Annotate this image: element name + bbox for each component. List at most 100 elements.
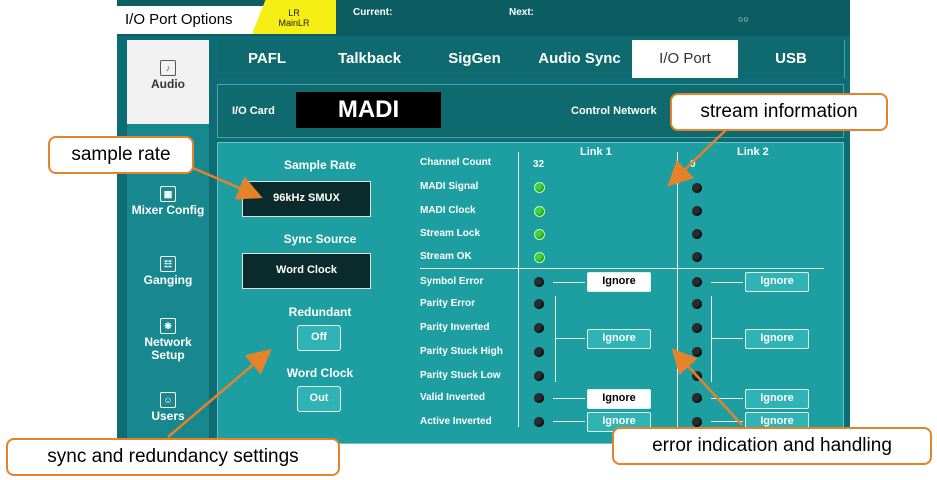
link2-valid-inverted-ignore-button[interactable]: Ignore: [745, 389, 809, 409]
sidebar-item-label: Ganging: [143, 273, 193, 287]
link2-stream-ok-led: [692, 252, 702, 262]
mix-tag-line1: LR: [288, 8, 300, 18]
io-card-label: I/O Card: [232, 105, 275, 117]
connector-line: [553, 421, 585, 422]
sidebar-item-network-setup[interactable]: ❋ Network Setup: [127, 318, 209, 362]
row-label-stream-ok: Stream OK: [420, 251, 472, 262]
connector-bracket: [711, 296, 712, 382]
connector-line: [711, 421, 743, 422]
link2-header: Link 2: [737, 146, 769, 158]
tab-audio-sync[interactable]: Audio Sync: [527, 40, 633, 78]
sidebar-item-ganging[interactable]: ☷ Ganging: [127, 256, 209, 287]
ganging-icon: ☷: [160, 256, 176, 272]
speaker-icon: ♪: [160, 60, 176, 76]
link1-stream-lock-led: [534, 229, 545, 240]
link1-active-inverted-led: [534, 417, 544, 427]
sidebar-item-mixer-config[interactable]: ▦ Mixer Config: [127, 186, 209, 217]
grid-divider: [677, 152, 678, 427]
link1-header: Link 1: [580, 146, 612, 158]
redundant-label: Redundant: [288, 305, 352, 319]
tab-siggen[interactable]: SigGen: [422, 40, 528, 78]
connector-line: [553, 398, 585, 399]
link2-parity-error-led: [692, 299, 702, 309]
row-label-madi-signal: MADI Signal: [420, 181, 479, 192]
row-label-stream-lock: Stream Lock: [420, 228, 481, 239]
connector-line: [711, 398, 743, 399]
row-label-active-inverted: Active Inverted: [420, 416, 492, 427]
row-label-parity-stuck-low: Parity Stuck Low: [420, 370, 501, 381]
tab-pafl[interactable]: PAFL: [217, 40, 318, 78]
link1-parity-stuck-low-led: [534, 371, 544, 381]
redundant-toggle[interactable]: Off: [297, 325, 341, 351]
sidebar-item-label: Audio: [151, 77, 185, 91]
next-scene-label: Next:: [509, 7, 535, 18]
link1-symbol-error-led: [534, 277, 544, 287]
grid-divider: [518, 152, 519, 427]
sync-source-label: Sync Source: [283, 232, 357, 246]
sidebar-item-label: Users: [151, 409, 185, 423]
link1-stream-ok-led: [534, 252, 545, 263]
connector-line: [711, 338, 743, 339]
link1-parity-error-led: [534, 299, 544, 309]
sync-redundancy-callout: sync and redundancy settings: [6, 438, 340, 476]
sidebar-item-label: Mixer Config: [131, 203, 205, 217]
link2-madi-signal-led: [692, 183, 702, 193]
users-icon: ☺: [160, 392, 176, 408]
grid-divider: [420, 268, 824, 269]
row-label-parity-inverted: Parity Inverted: [420, 322, 490, 333]
link2-symbol-error-ignore-button[interactable]: Ignore: [745, 272, 809, 292]
link2-parity-stuck-high-led: [692, 347, 702, 357]
link2-valid-inverted-led: [692, 393, 702, 403]
row-label-valid-inverted: Valid Inverted: [420, 392, 486, 403]
network-setup-icon: ❋: [160, 318, 176, 334]
control-network-label: Control Network: [571, 105, 657, 117]
connector-line: [553, 282, 585, 283]
link2-symbol-error-led: [692, 277, 702, 287]
link1-valid-inverted-ignore-button[interactable]: Ignore: [587, 389, 651, 409]
link2-active-inverted-led: [692, 417, 702, 427]
link2-channel-count: 0: [690, 159, 696, 170]
stream-info-callout: stream information: [670, 93, 888, 131]
link1-parity-inverted-led: [534, 323, 544, 333]
status-indicator-icon: ○○: [738, 14, 749, 24]
connector-line: [555, 338, 585, 339]
link1-valid-inverted-led: [534, 393, 544, 403]
link2-parity-ignore-button[interactable]: Ignore: [745, 329, 809, 349]
row-label-parity-error: Parity Error: [420, 298, 476, 309]
row-label-madi-clock: MADI Clock: [420, 205, 476, 216]
mixer-config-icon: ▦: [160, 186, 176, 202]
tab-bar: PAFL Talkback SigGen Audio Sync I/O Port…: [217, 40, 845, 78]
link1-channel-count: 32: [533, 159, 545, 170]
error-handling-callout: error indication and handling: [612, 427, 932, 465]
mix-tag[interactable]: LR MainLR: [252, 0, 336, 34]
sidebar-item-label: Network Setup: [144, 335, 192, 362]
tab-usb[interactable]: USB: [738, 40, 845, 78]
sample-rate-callout: sample rate: [48, 136, 194, 174]
link1-parity-ignore-button[interactable]: Ignore: [587, 329, 651, 349]
current-scene-label: Current:: [353, 7, 393, 18]
link2-parity-stuck-low-led: [692, 371, 702, 381]
link2-stream-lock-led: [692, 229, 702, 239]
io-card-value: MADI: [296, 92, 441, 128]
link1-symbol-error-ignore-button[interactable]: Ignore: [587, 272, 651, 292]
tab-io-port[interactable]: I/O Port: [632, 40, 739, 78]
row-label-symbol-error: Symbol Error: [420, 276, 484, 287]
word-clock-label: Word Clock: [286, 366, 354, 380]
link1-madi-signal-led: [534, 182, 545, 193]
row-label-parity-stuck-high: Parity Stuck High: [420, 346, 503, 357]
sync-source-select[interactable]: Word Clock: [242, 253, 371, 289]
link2-madi-clock-led: [692, 206, 702, 216]
sample-rate-select[interactable]: 96kHz SMUX: [242, 181, 371, 217]
link2-parity-inverted-led: [692, 323, 702, 333]
channel-count-label: Channel Count: [420, 157, 492, 168]
tab-talkback[interactable]: Talkback: [317, 40, 423, 78]
connector-line: [711, 282, 743, 283]
page-title: I/O Port Options: [117, 6, 269, 34]
word-clock-toggle[interactable]: Out: [297, 386, 341, 412]
sidebar-item-users[interactable]: ☺ Users: [127, 392, 209, 423]
sidebar-item-audio[interactable]: ♪ Audio: [127, 40, 209, 124]
link1-parity-stuck-high-led: [534, 347, 544, 357]
link1-madi-clock-led: [534, 206, 545, 217]
mix-tag-line2: MainLR: [278, 18, 310, 28]
connector-bracket: [555, 296, 556, 382]
